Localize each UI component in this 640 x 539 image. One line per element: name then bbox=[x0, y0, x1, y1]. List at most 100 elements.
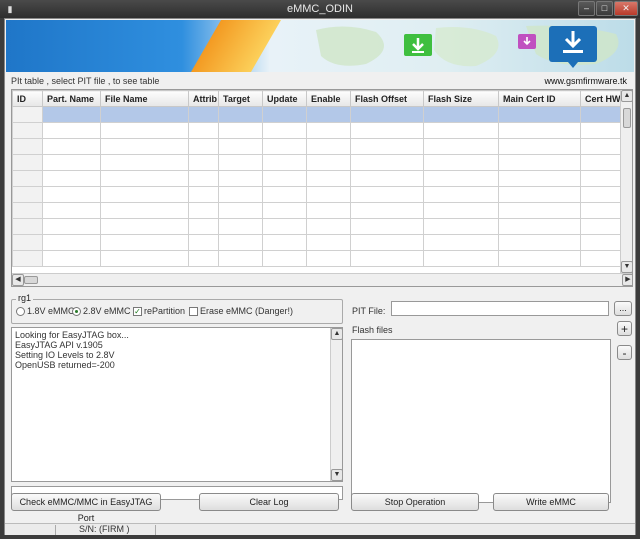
table-cell[interactable] bbox=[188, 106, 219, 123]
radio-1-8v-circle[interactable] bbox=[16, 306, 25, 316]
table-cell[interactable] bbox=[262, 154, 307, 171]
table-row[interactable] bbox=[12, 138, 625, 155]
table-cell[interactable] bbox=[100, 122, 189, 139]
table-cell[interactable] bbox=[423, 138, 499, 155]
table-cell[interactable] bbox=[580, 218, 625, 235]
table-cell[interactable] bbox=[423, 202, 499, 219]
table-cell[interactable] bbox=[498, 218, 581, 235]
log-output[interactable]: Looking for EasyJTAG box... EasyJTAG API… bbox=[11, 327, 343, 482]
table-cell[interactable] bbox=[262, 170, 307, 187]
table-cell[interactable] bbox=[580, 154, 625, 171]
erase-emmc-checkbox[interactable]: Erase eMMC (Danger!) bbox=[189, 306, 293, 316]
erase-emmc-check-box[interactable] bbox=[189, 306, 198, 316]
table-cell[interactable] bbox=[306, 122, 351, 139]
table-cell[interactable] bbox=[100, 170, 189, 187]
scroll-left-button[interactable]: ◀ bbox=[12, 274, 24, 286]
table-cell[interactable] bbox=[42, 186, 101, 203]
remove-flash-file-button[interactable]: - bbox=[617, 345, 632, 360]
table-cell[interactable] bbox=[498, 106, 581, 123]
table-cell[interactable] bbox=[188, 186, 219, 203]
table-cell[interactable] bbox=[218, 250, 263, 267]
table-cell[interactable] bbox=[218, 202, 263, 219]
column-header-enable[interactable]: Enable bbox=[306, 90, 351, 107]
scroll-down-button[interactable]: ▼ bbox=[621, 261, 632, 273]
table-cell[interactable] bbox=[218, 106, 263, 123]
table-cell[interactable] bbox=[188, 250, 219, 267]
table-row[interactable] bbox=[12, 186, 625, 203]
table-cell[interactable] bbox=[100, 138, 189, 155]
table-cell[interactable] bbox=[42, 106, 101, 123]
radio-2-8v-circle[interactable] bbox=[72, 306, 81, 316]
table-cell[interactable] bbox=[218, 186, 263, 203]
table-cell[interactable] bbox=[306, 234, 351, 251]
table-cell[interactable] bbox=[262, 218, 307, 235]
table-cell[interactable] bbox=[262, 234, 307, 251]
column-header-id[interactable]: ID bbox=[12, 90, 43, 107]
table-cell[interactable] bbox=[498, 186, 581, 203]
table-cell[interactable] bbox=[306, 154, 351, 171]
table-row[interactable] bbox=[12, 106, 625, 123]
table-cell[interactable] bbox=[42, 202, 101, 219]
table-cell[interactable] bbox=[498, 250, 581, 267]
row-header-cell[interactable] bbox=[12, 218, 43, 235]
table-cell[interactable] bbox=[188, 122, 219, 139]
table-row[interactable] bbox=[12, 250, 625, 267]
table-cell[interactable] bbox=[188, 218, 219, 235]
row-header-cell[interactable] bbox=[12, 250, 43, 267]
table-cell[interactable] bbox=[423, 106, 499, 123]
table-cell[interactable] bbox=[423, 154, 499, 171]
table-cell[interactable] bbox=[306, 202, 351, 219]
table-cell[interactable] bbox=[423, 250, 499, 267]
row-header-cell[interactable] bbox=[12, 186, 43, 203]
maximize-button[interactable]: □ bbox=[596, 1, 613, 16]
pit-file-field[interactable] bbox=[391, 301, 609, 316]
table-horizontal-scrollbar[interactable]: ◀ ▶ bbox=[12, 273, 632, 286]
table-cell[interactable] bbox=[188, 170, 219, 187]
radio-2-8v[interactable]: 2.8V eMMC bbox=[72, 306, 131, 316]
table-cell[interactable] bbox=[350, 106, 424, 123]
column-header-flash-size[interactable]: Flash Size bbox=[423, 90, 499, 107]
table-cell[interactable] bbox=[580, 170, 625, 187]
table-cell[interactable] bbox=[580, 202, 625, 219]
close-button[interactable]: ✕ bbox=[614, 1, 638, 16]
table-cell[interactable] bbox=[350, 122, 424, 139]
check-emmc-button[interactable]: Check eMMC/MMC in EasyJTAG Port bbox=[11, 493, 161, 523]
row-header-cell[interactable] bbox=[12, 122, 43, 139]
scroll-thumb[interactable] bbox=[623, 108, 631, 128]
table-cell[interactable] bbox=[42, 250, 101, 267]
table-cell[interactable] bbox=[350, 154, 424, 171]
log-scroll-up-button[interactable]: ▲ bbox=[331, 328, 343, 340]
table-cell[interactable] bbox=[42, 218, 101, 235]
row-header-cell[interactable] bbox=[12, 202, 43, 219]
table-cell[interactable] bbox=[262, 138, 307, 155]
table-cell[interactable] bbox=[100, 250, 189, 267]
table-cell[interactable] bbox=[188, 154, 219, 171]
table-cell[interactable] bbox=[498, 154, 581, 171]
horizontal-scroll-thumb[interactable] bbox=[24, 276, 38, 284]
table-cell[interactable] bbox=[350, 250, 424, 267]
app-icon[interactable]: ▮ bbox=[4, 3, 16, 15]
table-cell[interactable] bbox=[306, 250, 351, 267]
table-cell[interactable] bbox=[218, 170, 263, 187]
column-header-main-cert-id[interactable]: Main Cert ID bbox=[498, 90, 581, 107]
table-cell[interactable] bbox=[42, 154, 101, 171]
table-cell[interactable] bbox=[580, 186, 625, 203]
log-vertical-scrollbar[interactable]: ▲ ▼ bbox=[330, 328, 343, 481]
table-row[interactable] bbox=[12, 122, 625, 139]
table-cell[interactable] bbox=[350, 186, 424, 203]
table-cell[interactable] bbox=[423, 186, 499, 203]
write-emmc-button[interactable]: Write eMMC bbox=[493, 493, 609, 511]
table-cell[interactable] bbox=[218, 218, 263, 235]
column-header-part-name[interactable]: Part. Name bbox=[42, 90, 101, 107]
table-cell[interactable] bbox=[262, 186, 307, 203]
table-row[interactable] bbox=[12, 154, 625, 171]
table-cell[interactable] bbox=[306, 186, 351, 203]
table-cell[interactable] bbox=[42, 122, 101, 139]
table-cell[interactable] bbox=[306, 138, 351, 155]
table-cell[interactable] bbox=[580, 106, 625, 123]
table-cell[interactable] bbox=[262, 250, 307, 267]
table-cell[interactable] bbox=[350, 202, 424, 219]
row-header-cell[interactable] bbox=[12, 234, 43, 251]
row-header-cell[interactable] bbox=[12, 106, 43, 123]
table-row[interactable] bbox=[12, 202, 625, 219]
